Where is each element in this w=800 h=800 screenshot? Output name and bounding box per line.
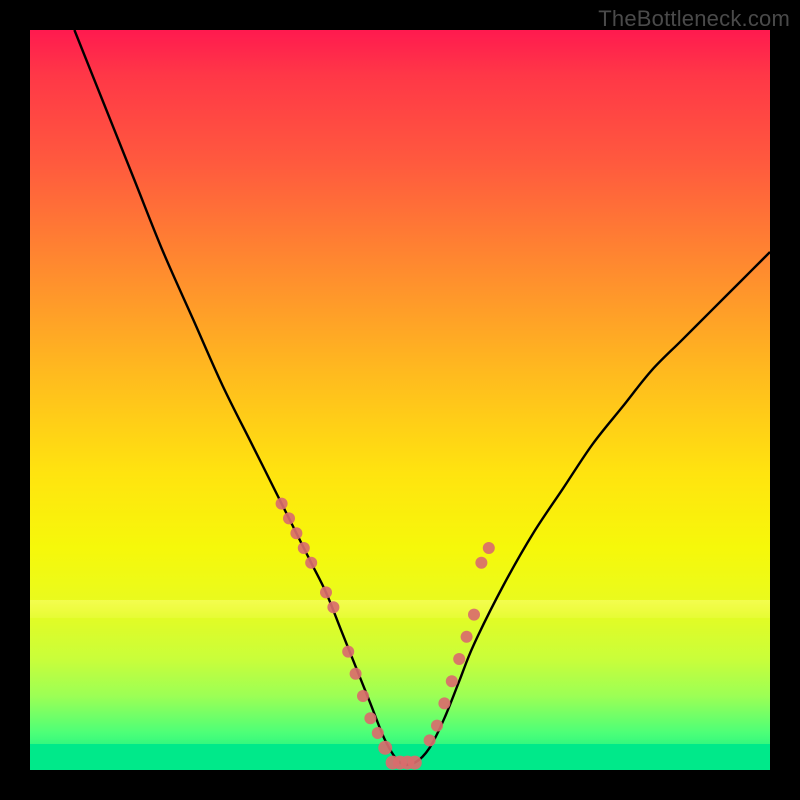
data-point — [408, 756, 422, 770]
data-point — [431, 720, 443, 732]
data-point — [424, 734, 436, 746]
data-point — [327, 601, 339, 613]
data-point — [320, 586, 332, 598]
data-point — [342, 646, 354, 658]
data-point — [372, 727, 384, 739]
bottleneck-curve — [74, 30, 770, 765]
attribution-text: TheBottleneck.com — [598, 6, 790, 32]
data-point — [438, 697, 450, 709]
data-points-cluster — [276, 498, 495, 770]
data-point — [290, 527, 302, 539]
data-point — [461, 631, 473, 643]
data-point — [357, 690, 369, 702]
data-point — [364, 712, 376, 724]
curve-svg — [30, 30, 770, 770]
data-point — [378, 741, 392, 755]
data-point — [276, 498, 288, 510]
data-point — [483, 542, 495, 554]
data-point — [283, 512, 295, 524]
data-point — [453, 653, 465, 665]
data-point — [350, 668, 362, 680]
chart-plot-area — [30, 30, 770, 770]
data-point — [305, 557, 317, 569]
data-point — [475, 557, 487, 569]
data-point — [298, 542, 310, 554]
data-point — [446, 675, 458, 687]
data-point — [468, 609, 480, 621]
